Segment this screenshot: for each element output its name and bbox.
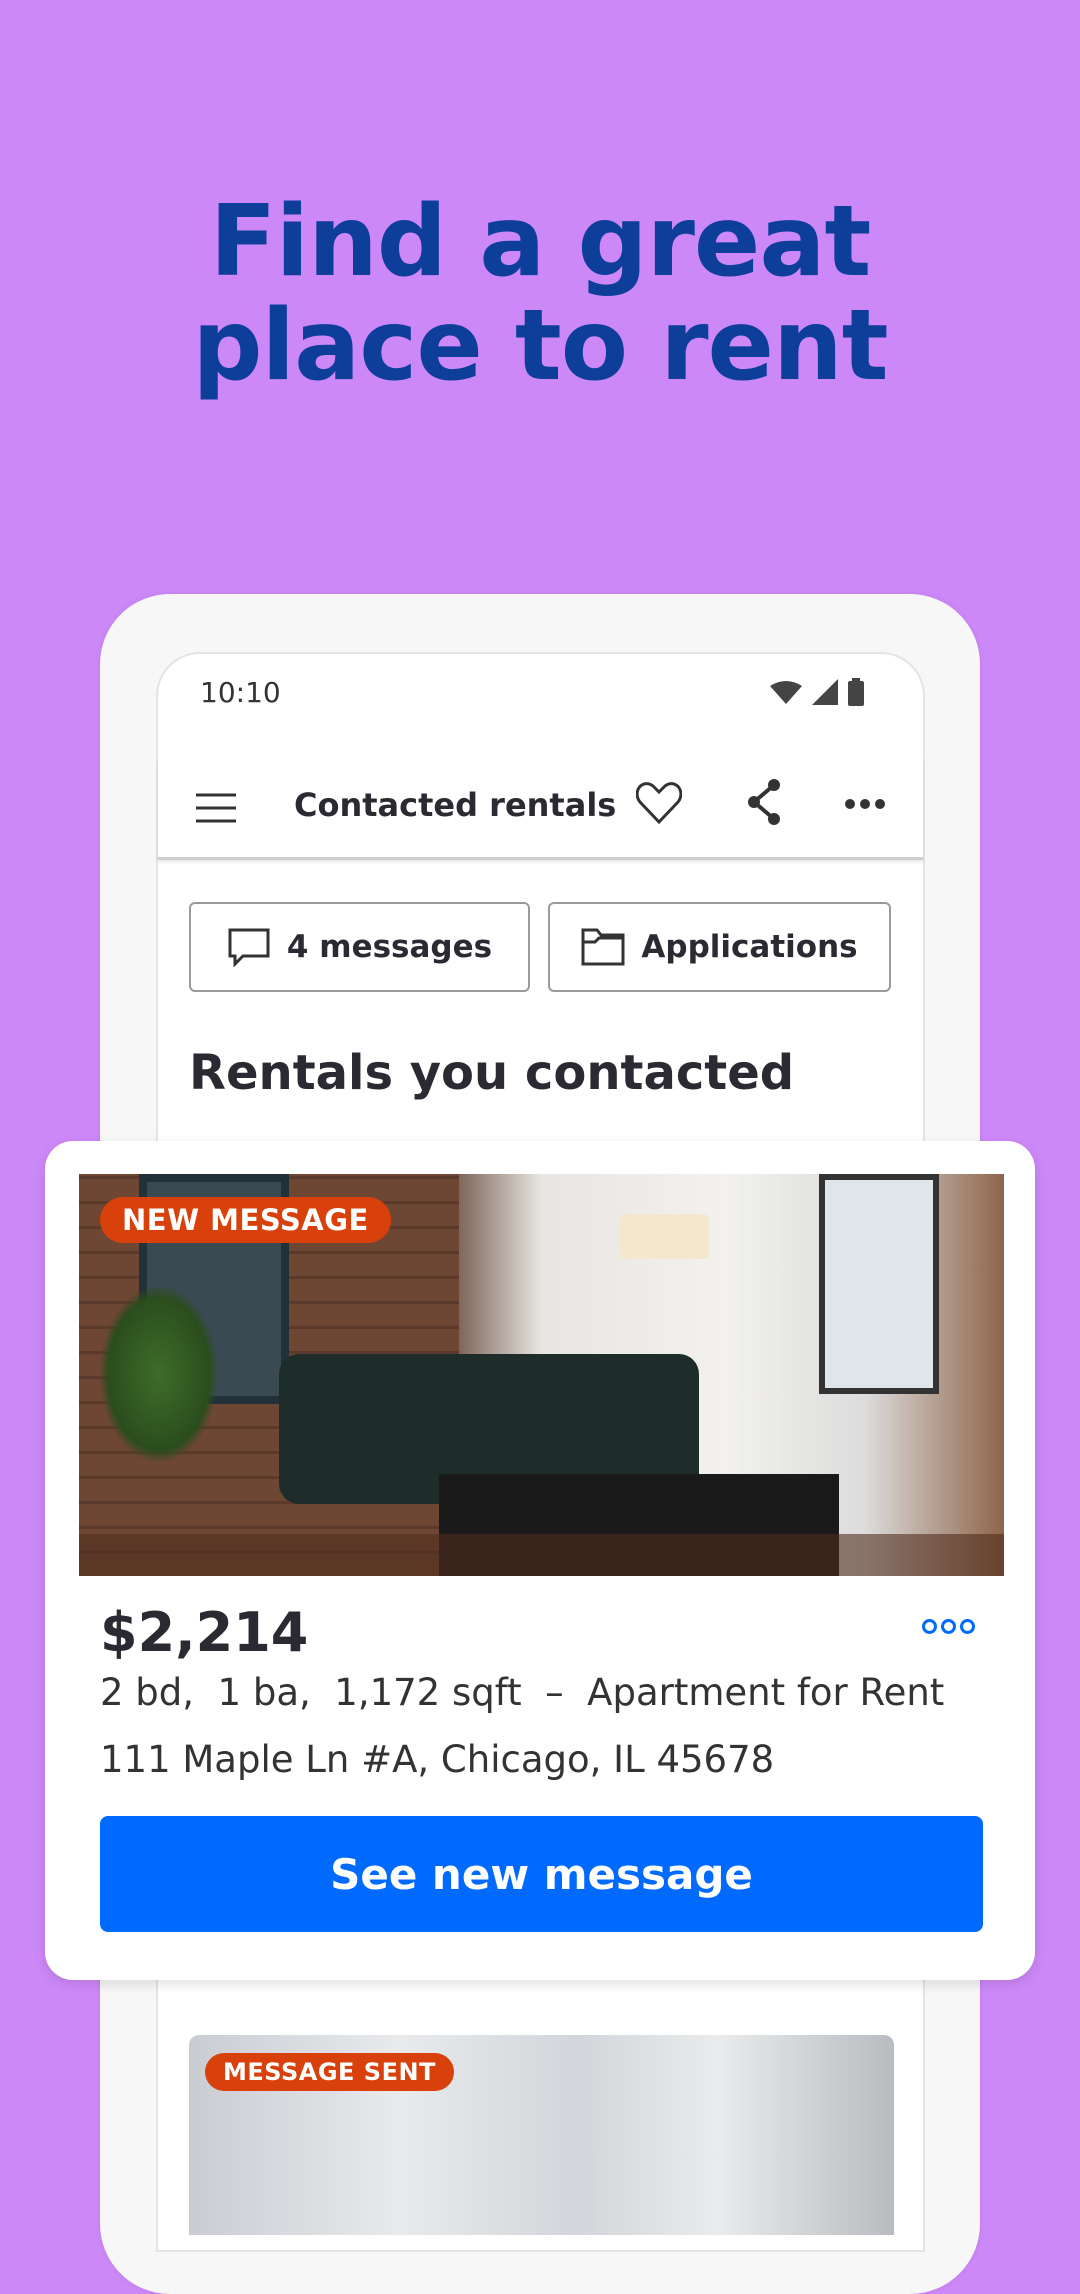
wifi-icon xyxy=(770,681,802,704)
listing-price: $2,214 xyxy=(100,1601,309,1664)
status-icons xyxy=(770,678,864,706)
applications-button[interactable]: Applications xyxy=(548,902,891,992)
window xyxy=(819,1174,939,1394)
lamp xyxy=(619,1214,709,1259)
folder-icon xyxy=(581,928,625,966)
menu-icon[interactable] xyxy=(196,792,236,824)
status-time: 10:10 xyxy=(200,676,281,709)
listing-details: 2 bd, 1 ba, 1,172 sqft – Apartment for R… xyxy=(100,1671,945,1714)
chat-icon xyxy=(228,928,270,967)
headline-line-2: place to rent xyxy=(192,289,888,403)
more-icon[interactable] xyxy=(844,798,886,810)
signal-icon xyxy=(812,679,838,705)
section-title: Rentals you contacted xyxy=(189,1045,795,1101)
message-sent-badge: MESSAGE SENT xyxy=(205,2053,454,2091)
listing-address: 111 Maple Ln #A, Chicago, IL 45678 xyxy=(100,1738,775,1781)
messages-label: 4 messages xyxy=(286,929,493,965)
plant xyxy=(99,1284,219,1464)
listing-photo[interactable]: MESSAGE SENT xyxy=(189,2035,894,2235)
headline: Find a great place to rent xyxy=(0,190,1080,398)
share-icon[interactable] xyxy=(746,778,782,826)
toolbar: Contacted rentals xyxy=(158,760,923,860)
applications-label: Applications xyxy=(641,929,858,965)
messages-button[interactable]: 4 messages xyxy=(189,902,530,992)
listing-card[interactable]: NEW MESSAGE $2,214 2 bd, 1 ba, 1,172 sqf… xyxy=(45,1141,1035,1980)
heart-icon[interactable] xyxy=(636,782,682,824)
toolbar-title: Contacted rentals xyxy=(294,786,617,824)
listing-photo[interactable]: NEW MESSAGE xyxy=(79,1174,1004,1576)
see-new-message-button[interactable]: See new message xyxy=(100,1816,983,1932)
floor xyxy=(79,1534,1004,1576)
listing-more-icon[interactable] xyxy=(922,1619,975,1634)
new-message-badge: NEW MESSAGE xyxy=(100,1197,391,1243)
headline-line-1: Find a great xyxy=(209,185,872,299)
battery-icon xyxy=(848,678,864,706)
